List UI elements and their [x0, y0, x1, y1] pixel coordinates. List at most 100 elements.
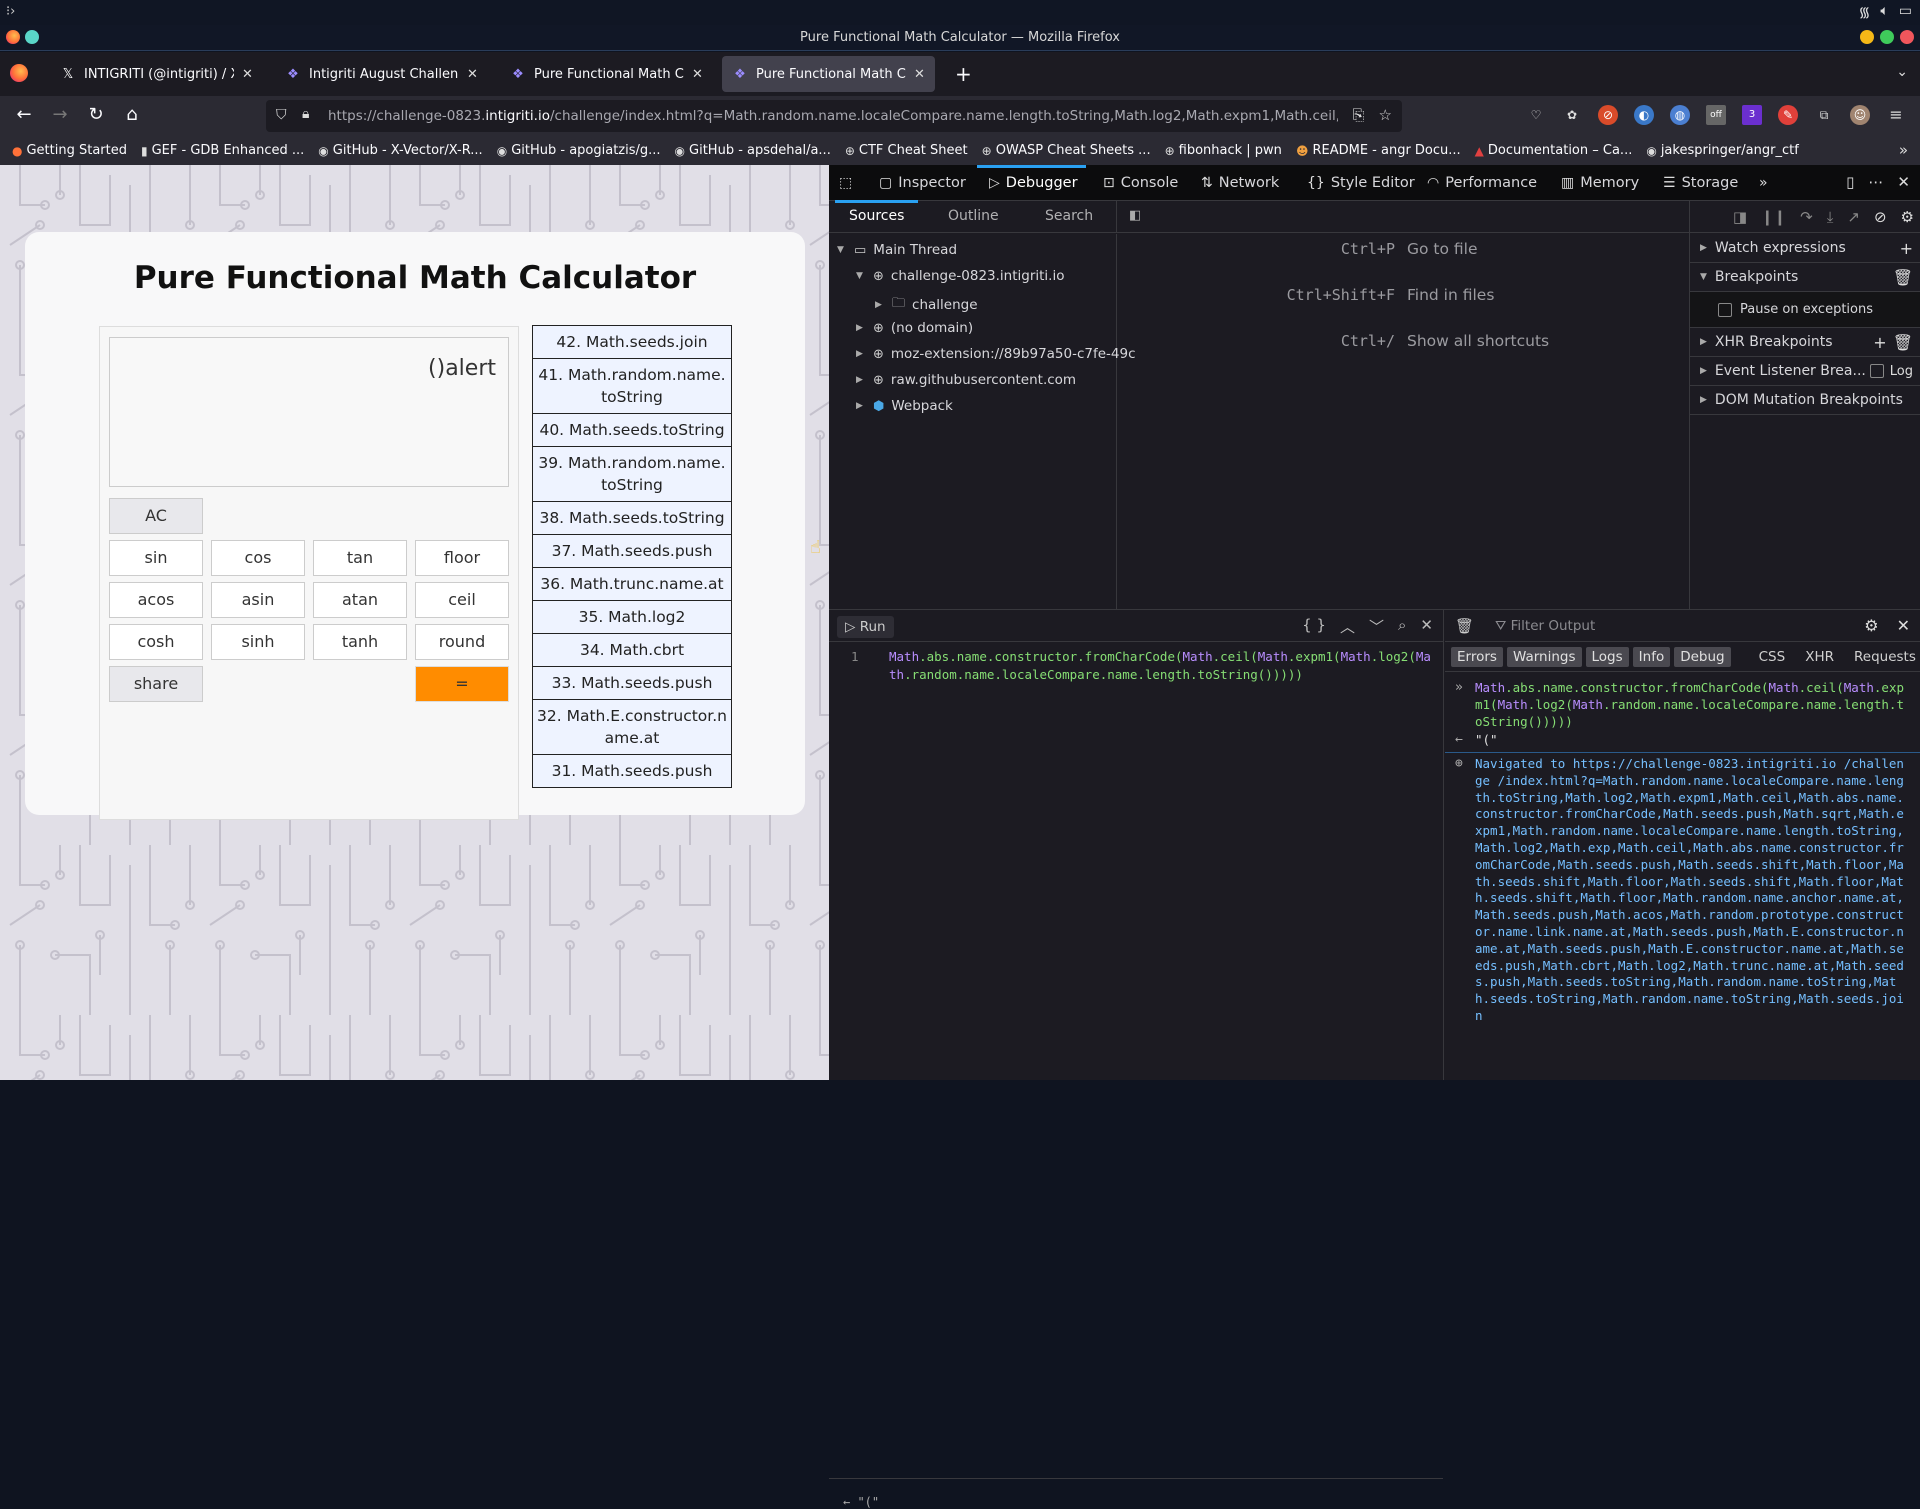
- tree-webpack[interactable]: ▶ ⬢ Webpack: [856, 398, 953, 414]
- extension-wappalyzer-icon[interactable]: ◐: [1634, 105, 1654, 125]
- more-tools-icon[interactable]: »: [1759, 165, 1768, 201]
- bookmark-getting-started[interactable]: ● Getting Started: [12, 143, 127, 158]
- tab-calculator-1[interactable]: ❖ Pure Functional Math Calculator ✕: [500, 56, 713, 92]
- new-tab-button[interactable]: +: [955, 62, 972, 86]
- close-tab-icon[interactable]: ✕: [467, 67, 478, 82]
- shortcut-show-all[interactable]: Ctrl+/Show all shortcuts: [1117, 332, 1689, 350]
- firefox-menu-icon[interactable]: [10, 64, 28, 82]
- shortcut-find-in-files[interactable]: Ctrl+Shift+F Find in files: [1117, 286, 1689, 304]
- shortcut-go-to-file[interactable]: Ctrl+P Go to file: [1117, 240, 1689, 258]
- add-watch-icon[interactable]: +: [1900, 239, 1913, 258]
- step-over-icon[interactable]: ↷: [1800, 208, 1813, 226]
- sinh-button[interactable]: sinh: [211, 624, 305, 660]
- tab-console[interactable]: ⊡ Console: [1103, 165, 1178, 201]
- event-listener-breakpoints-header[interactable]: ▶ Event Listener Brea... Log: [1690, 357, 1920, 386]
- url-text[interactable]: https://challenge-0823.intigriti.io/chal…: [328, 108, 1338, 124]
- settings-gear-icon[interactable]: ⚙: [1901, 208, 1914, 226]
- bookmark-fibonhack[interactable]: ⊕ fibonhack | pwn: [1165, 143, 1282, 158]
- tracking-protection-icon[interactable]: ⛉: [276, 107, 287, 123]
- step-in-icon[interactable]: ⤓: [1827, 208, 1834, 226]
- bookmark-github-apsdehal[interactable]: ◉ GitHub - apsdehal/a...: [675, 143, 831, 158]
- clear-console-icon[interactable]: 🗑︎: [1455, 617, 1474, 635]
- remove-xhr-icon[interactable]: 🗑︎: [1893, 333, 1913, 352]
- forward-button[interactable]: →: [48, 104, 72, 125]
- close-editor-icon[interactable]: ✕: [1420, 616, 1433, 637]
- bookmark-ctf-cheat-sheet[interactable]: ⊕ CTF Cheat Sheet: [845, 143, 968, 158]
- element-picker-icon[interactable]: ⬚: [839, 165, 852, 201]
- extension-noscript-icon[interactable]: ⊘: [1598, 105, 1618, 125]
- tab-search[interactable]: Search: [1045, 208, 1093, 224]
- floor-button[interactable]: floor: [415, 540, 509, 576]
- close-window-button[interactable]: [1900, 30, 1914, 44]
- battery-icon[interactable]: ▭: [1899, 3, 1912, 22]
- tab-style-editor[interactable]: {} Style Editor: [1307, 165, 1415, 201]
- log-checkbox[interactable]: [1869, 364, 1884, 378]
- close-tab-icon[interactable]: ✕: [242, 67, 253, 82]
- share-button[interactable]: share: [109, 666, 203, 702]
- console-input-echo[interactable]: Math.abs.name.constructor.fromCharCode(M…: [1475, 680, 1905, 730]
- extensions-puzzle-icon[interactable]: ⧉: [1814, 105, 1834, 125]
- bookmark-angr-ctf[interactable]: ◉ jakespringer/angr_ctf: [1646, 143, 1798, 158]
- add-xhr-icon[interactable]: +: [1873, 333, 1886, 352]
- tree-moz-extension[interactable]: ▶ ⊕ moz-extension://89b97a50-c7fe-49c: [856, 346, 1136, 362]
- ceil-button[interactable]: ceil: [415, 582, 509, 618]
- filter-output-input[interactable]: ⛛ Filter Output: [1495, 618, 1595, 634]
- tree-no-domain[interactable]: ▶ ⊕ (no domain): [856, 320, 973, 336]
- close-split-console-icon[interactable]: ✕: [1897, 616, 1910, 635]
- cookie-icon[interactable]: ✿: [1562, 105, 1582, 125]
- history-up-icon[interactable]: ︿: [1340, 616, 1355, 637]
- bookmark-owasp[interactable]: ⊕ OWASP Cheat Sheets ...: [982, 143, 1151, 158]
- url-bar[interactable]: ⛉ 🔒︎ https://challenge-0823.intigriti.io…: [266, 100, 1402, 132]
- cos-button[interactable]: cos: [211, 540, 305, 576]
- tree-main-thread[interactable]: ▼ ▭ Main Thread: [837, 242, 957, 258]
- breakpoints-header[interactable]: ▼ Breakpoints 🗑︎: [1690, 263, 1920, 292]
- more-bookmarks-icon[interactable]: »: [1899, 141, 1908, 159]
- toggle-secondary-panel-icon[interactable]: ◨: [1733, 208, 1747, 226]
- translate-icon[interactable]: ⎘: [1353, 106, 1365, 124]
- tanh-button[interactable]: tanh: [313, 624, 407, 660]
- minimize-button[interactable]: [1860, 30, 1874, 44]
- atan-button[interactable]: atan: [313, 582, 407, 618]
- pause-exceptions-checkbox[interactable]: [1718, 302, 1732, 317]
- bookmark-github-apogiatzis[interactable]: ◉ GitHub - apogiatzis/g...: [497, 143, 661, 158]
- tree-raw-github[interactable]: ▶ ⊕ raw.githubusercontent.com: [856, 372, 1076, 388]
- equals-button[interactable]: =: [415, 666, 509, 702]
- console-settings-icon[interactable]: ⚙: [1864, 616, 1878, 635]
- pocket-icon[interactable]: ♡: [1526, 105, 1546, 125]
- history-down-icon[interactable]: ﹀: [1369, 616, 1384, 637]
- tab-sources[interactable]: Sources: [834, 200, 919, 224]
- tab-outline[interactable]: Outline: [948, 208, 999, 224]
- close-tab-icon[interactable]: ✕: [692, 67, 703, 82]
- maximize-button[interactable]: [1880, 30, 1894, 44]
- filter-logs[interactable]: Logs: [1585, 646, 1629, 667]
- tree-folder-challenge[interactable]: ▶ 🗀 challenge: [875, 294, 978, 316]
- tab-calculator-active[interactable]: ❖ Pure Functional Math Calculator ✕: [722, 56, 935, 92]
- tab-performance[interactable]: ◠ Performance: [1427, 165, 1537, 201]
- list-all-tabs-icon[interactable]: ⌄: [1896, 64, 1908, 80]
- remove-breakpoints-icon[interactable]: 🗑︎: [1893, 268, 1913, 287]
- close-devtools-icon[interactable]: ✕: [1897, 173, 1910, 191]
- pause-icon[interactable]: ❙❙: [1761, 208, 1786, 226]
- extension-count-badge[interactable]: 3: [1742, 105, 1762, 125]
- wifi-icon[interactable]: ᯾: [1858, 3, 1870, 22]
- bookmark-github-xvector[interactable]: ◉ GitHub - X-Vector/X-R...: [318, 143, 482, 158]
- reload-button[interactable]: ↻: [84, 104, 108, 125]
- asin-button[interactable]: asin: [211, 582, 305, 618]
- extension-globe-icon[interactable]: ◍: [1670, 105, 1690, 125]
- tab-august-challenge[interactable]: ❖ Intigriti August Challenge ✕: [275, 56, 488, 92]
- dock-options-icon[interactable]: ▯: [1846, 173, 1854, 191]
- run-button[interactable]: ▷ Run: [837, 616, 894, 638]
- dom-mutation-breakpoints-header[interactable]: ▶ DOM Mutation Breakpoints: [1690, 386, 1920, 415]
- tab-memory[interactable]: ▥ Memory: [1561, 165, 1639, 201]
- pretty-print-icon[interactable]: { }: [1302, 616, 1326, 637]
- sin-button[interactable]: sin: [109, 540, 203, 576]
- filter-xhr[interactable]: XHR: [1797, 647, 1842, 667]
- round-button[interactable]: round: [415, 624, 509, 660]
- extension-off-badge[interactable]: off: [1706, 105, 1726, 125]
- step-out-icon[interactable]: ↗: [1847, 208, 1860, 226]
- bookmark-star-icon[interactable]: ☆: [1379, 106, 1392, 124]
- launcher-icon[interactable]: ⁝›: [6, 4, 15, 19]
- deactivate-breakpoints-icon[interactable]: ⊘: [1874, 208, 1887, 226]
- tan-button[interactable]: tan: [313, 540, 407, 576]
- close-tab-icon[interactable]: ✕: [914, 67, 925, 82]
